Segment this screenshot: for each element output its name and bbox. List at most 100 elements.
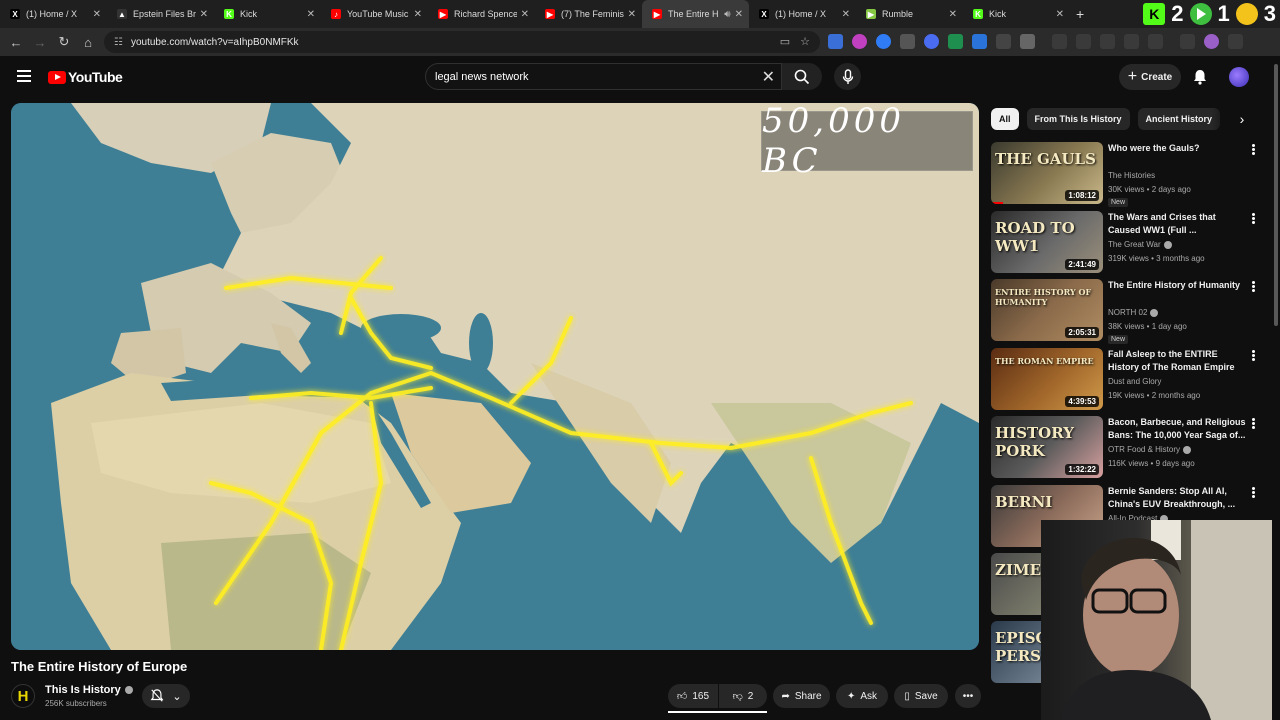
close-tab-icon[interactable]: ✕ [414,9,422,20]
recommended-channel-row[interactable]: NORTH 02 [1108,308,1159,317]
menu-lines-icon[interactable] [1180,34,1195,49]
recommended-video[interactable]: THE ROMAN EMPIRE 4:39:53 Fall Asleep to th… [991,348,1261,412]
recommended-channel[interactable]: OTR Food & History [1108,445,1180,454]
menu-icon[interactable] [17,70,31,82]
extension-icon[interactable] [948,34,963,49]
recommended-title[interactable]: The Wars and Crises that Caused WW1 (Ful… [1108,211,1246,237]
channel-name[interactable]: This Is History [45,684,121,696]
close-tab-icon[interactable]: ✕ [307,9,315,20]
new-tab-button[interactable]: + [1076,6,1084,22]
channel-avatar[interactable]: H [11,684,35,708]
video-thumbnail[interactable]: ROAD TO WW1 2:41:49 [991,211,1103,273]
filter-chip[interactable]: From This Is History [1026,108,1130,130]
reload-icon[interactable]: ↻ [52,34,76,50]
browser-tab[interactable]: ▶ The Entire H 🔊︎ ✕ [642,0,749,28]
more-actions-button[interactable]: ••• [955,684,981,708]
recommended-video[interactable]: ROAD TO WW1 2:41:49 The Wars and Crises th… [991,211,1261,275]
browser-tab[interactable]: ▶ Richard Spencer ✕ [428,0,535,28]
speaker-icon[interactable]: 🔊︎ [724,9,730,20]
extension-icon[interactable] [972,34,987,49]
browser-tab[interactable]: ♪ YouTube Music ✕ [321,0,428,28]
recommended-title[interactable]: The Entire History of Humanity [1108,279,1246,292]
emoji-icon[interactable] [1235,3,1258,25]
recommended-video[interactable]: ENTIRE HISTORY OF HUMANITY 2:05:31 The Ent… [991,279,1261,344]
extension-icon[interactable] [1076,34,1091,49]
video-player[interactable]: 50,000 BC [11,103,979,650]
dislike-button[interactable]: 👎︎ 2 [719,684,767,708]
voice-search-button[interactable] [834,63,861,90]
browser-tab[interactable]: X (1) Home / X ✕ [749,0,856,28]
share-button[interactable]: ➦ Share [773,684,830,708]
save-button[interactable]: ▯ Save [894,684,948,708]
close-tab-icon[interactable]: ✕ [735,9,743,20]
recommended-channel-row[interactable]: The Great War [1108,240,1172,249]
clear-icon[interactable]: ✕ [762,67,775,87]
browser-tab[interactable]: ▶ (7) The Feminist ✕ [535,0,642,28]
account-avatar[interactable] [1229,67,1249,87]
filter-chip[interactable]: All [991,108,1019,130]
search-input[interactable]: legal news network ✕ [425,63,782,90]
cast-icon[interactable]: ▭ [780,35,790,48]
history-icon[interactable] [1052,34,1067,49]
extension-icon[interactable] [924,34,939,49]
extension-icon[interactable] [876,34,891,49]
scrollbar-thumb[interactable] [1274,64,1278,326]
site-info-icon[interactable]: ☷ [114,37,123,48]
recommended-title[interactable]: Who were the Gauls? [1108,142,1246,155]
kick-icon[interactable]: K [1143,3,1166,25]
recommended-channel-row[interactable]: OTR Food & History [1108,445,1192,454]
bookmark-star-icon[interactable]: ☆ [800,35,810,48]
recommended-channel[interactable]: The Histories [1108,171,1155,180]
close-tab-icon[interactable]: ✕ [949,9,957,20]
close-tab-icon[interactable]: ✕ [200,9,208,20]
more-vertical-icon[interactable] [1252,281,1256,293]
close-tab-icon[interactable]: ✕ [521,9,529,20]
page-scrollbar[interactable] [1272,60,1280,720]
forward-icon[interactable]: → [28,35,52,50]
recommended-channel-row[interactable]: The Histories [1108,171,1155,180]
youtube-logo[interactable]: YouTube [48,69,123,85]
browser-tab[interactable]: ▶ Rumble ✕ [856,0,963,28]
recommended-channel[interactable]: The Great War [1108,240,1161,249]
extension-icon[interactable] [828,34,843,49]
close-tab-icon[interactable]: ✕ [628,9,636,20]
recommended-channel[interactable]: NORTH 02 [1108,308,1147,317]
recommended-channel-row[interactable]: Dust and Glory [1108,377,1161,386]
screenshot-icon[interactable] [1148,34,1163,49]
recommended-title[interactable]: Fall Asleep to the ENTIRE History of The… [1108,348,1246,374]
browser-tab[interactable]: X (1) Home / X ✕ [0,0,107,28]
more-vertical-icon[interactable] [1252,144,1256,156]
more-vertical-icon[interactable] [1252,350,1256,362]
more-vertical-icon[interactable] [1252,487,1256,499]
search-button[interactable] [782,63,822,90]
video-thumbnail[interactable]: HISTORY PORK 1:32:22 [991,416,1103,478]
channel-name-row[interactable]: This Is History [45,684,133,696]
address-bar[interactable]: ☷ youtube.com/watch?v=aIhpB0NMFKk ▭ ☆ [104,31,820,53]
extension-icon[interactable] [900,34,915,49]
recommended-channel[interactable]: Dust and Glory [1108,377,1161,386]
close-tab-icon[interactable]: ✕ [1056,9,1064,20]
home-icon[interactable]: ⌂ [76,35,100,50]
filter-chip[interactable]: Ancient History [1137,108,1221,130]
recommended-video[interactable]: THE GAULS 1:08:12 Who were the Gauls? The H… [991,142,1261,207]
video-thumbnail[interactable]: ENTIRE HISTORY OF HUMANITY 2:05:31 [991,279,1103,341]
browser-tab[interactable]: K Kick ✕ [963,0,1070,28]
browser-tab[interactable]: ▲ Epstein Files Bro ✕ [107,0,214,28]
like-button[interactable]: 👍︎ 165 [668,684,718,708]
subscription-bell-button[interactable]: ⌄ [142,684,190,708]
video-thumbnail[interactable]: THE GAULS 1:08:12 [991,142,1103,204]
ask-button[interactable]: ✦ Ask [836,684,888,708]
back-icon[interactable]: ← [4,35,28,50]
recommended-title[interactable]: Bernie Sanders: Stop All AI, China's EUV… [1108,485,1246,511]
close-tab-icon[interactable]: ✕ [842,9,850,20]
puzzle-icon[interactable] [1020,34,1035,49]
more-vertical-icon[interactable] [1252,418,1256,430]
browser-menu-icon[interactable] [1228,34,1243,49]
sidebar-icon[interactable] [1124,34,1139,49]
play-icon[interactable] [1189,3,1212,25]
close-tab-icon[interactable]: ✕ [93,9,101,20]
browser-tab[interactable]: K Kick ✕ [214,0,321,28]
notifications-bell-icon[interactable] [1193,69,1207,85]
recommended-title[interactable]: Bacon, Barbecue, and Religious Bans: The… [1108,416,1246,442]
extension-icon[interactable] [852,34,867,49]
